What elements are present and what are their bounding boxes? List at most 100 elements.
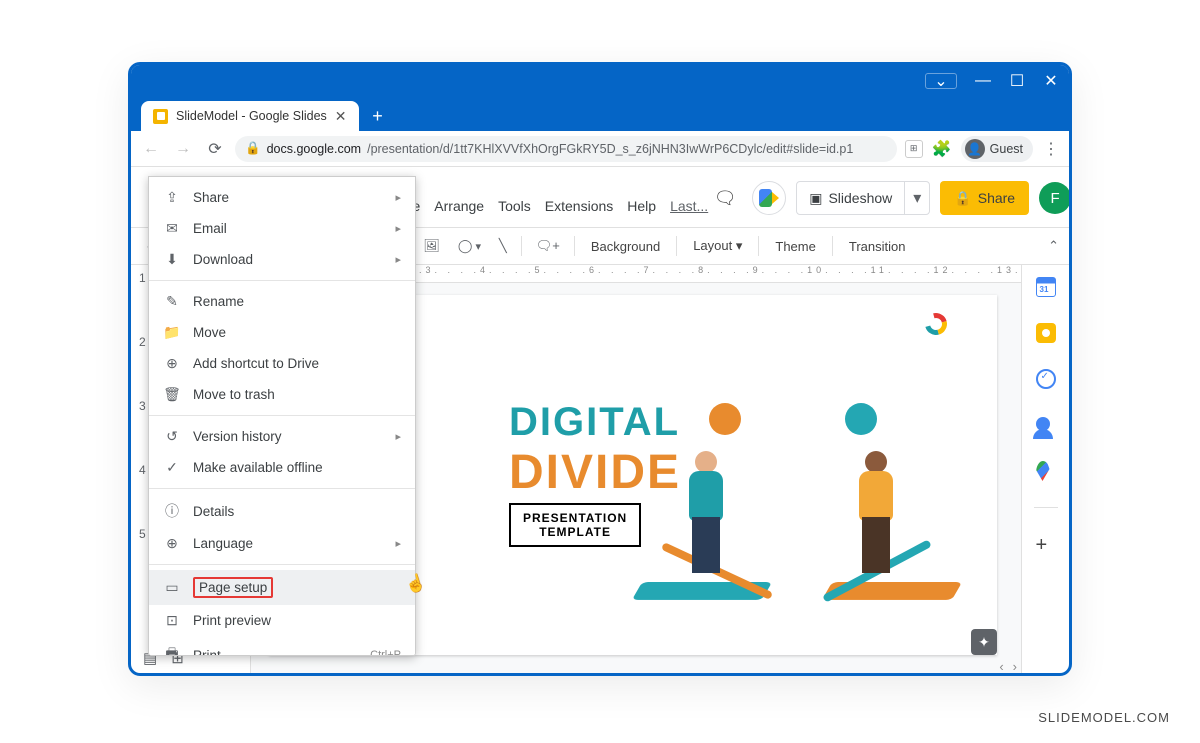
account-avatar[interactable]: F xyxy=(1039,182,1071,214)
lock-icon: 🔒 xyxy=(245,141,261,156)
slideshow-dropdown-icon[interactable]: ▾ xyxy=(905,188,929,208)
play-icon: ▣ xyxy=(809,190,822,207)
reload-icon[interactable]: ⟳ xyxy=(203,139,227,159)
maximize-icon[interactable]: ☐ xyxy=(1009,73,1025,89)
menu-item-shortcut: ▸ xyxy=(395,253,401,266)
menu-item-icon: ⊕ xyxy=(163,355,181,372)
menu-item-label: Language xyxy=(193,536,253,551)
file-menu-make-available-offline[interactable]: ✓Make available offline xyxy=(149,452,415,483)
menu-item-icon: ⬇ xyxy=(163,251,181,268)
window-titlebar: ⌄ — ☐ ✕ xyxy=(131,65,1069,97)
url-host: docs.google.com xyxy=(267,142,362,156)
extension-icon[interactable]: 🧩 xyxy=(931,138,953,160)
menu-item-shortcut: ▸ xyxy=(395,537,401,550)
browser-tab[interactable]: SlideModel - Google Slides ✕ xyxy=(141,101,359,131)
scroll-left-icon[interactable]: ‹ xyxy=(999,659,1003,674)
collapse-toolbar-icon[interactable]: ⌃ xyxy=(1048,238,1059,254)
menu-last[interactable]: Last... xyxy=(670,198,708,218)
menu-item-label: Move to trash xyxy=(193,387,275,402)
comments-icon[interactable]: 🗨 xyxy=(708,181,742,215)
menu-item-label: Share xyxy=(193,190,229,205)
menu-item-icon: ⇪ xyxy=(163,189,181,206)
file-menu-print-preview[interactable]: ⊡ Print preview xyxy=(149,605,415,636)
slide-illustration[interactable] xyxy=(637,355,957,625)
menu-item-label: Version history xyxy=(193,429,282,444)
menu-item-label: Download xyxy=(193,252,253,267)
add-on-plus-icon[interactable]: + xyxy=(1036,534,1056,554)
browser-tabs: SlideModel - Google Slides ✕ + xyxy=(131,97,1069,131)
menu-item-label: Add shortcut to Drive xyxy=(193,356,319,371)
file-menu-download[interactable]: ⬇ Download ▸ xyxy=(149,244,415,275)
menu-separator xyxy=(149,415,415,416)
close-icon[interactable]: ✕ xyxy=(1043,73,1059,89)
win-dropdown-icon[interactable]: ⌄ xyxy=(925,73,957,89)
share-button[interactable]: 🔒Share xyxy=(940,181,1029,215)
menu-arrange[interactable]: Arrange xyxy=(434,198,484,218)
file-menu-language[interactable]: ⊕Language▸ xyxy=(149,528,415,559)
file-menu-details[interactable]: ⓘ Details xyxy=(149,494,415,528)
tab-close-icon[interactable]: ✕ xyxy=(335,108,347,125)
url-field[interactable]: 🔒 docs.google.com/presentation/d/1tt7KHl… xyxy=(235,136,897,162)
slidemodel-logo-icon xyxy=(925,313,947,335)
meet-icon[interactable] xyxy=(752,181,786,215)
translate-icon[interactable]: ⊞ xyxy=(905,140,923,158)
scroll-right-icon[interactable]: › xyxy=(1013,659,1017,674)
file-menu-dropdown: ⇪ Share ▸ ✉ Email ▸ ⬇ Download ▸ ✎Rename 📁 Move ⊕ Add… xyxy=(148,176,416,656)
maps-icon[interactable] xyxy=(1036,461,1056,481)
tab-title: SlideModel - Google Slides xyxy=(176,109,327,123)
watermark-text: SLIDEMODEL.COM xyxy=(1038,710,1170,725)
file-menu-print[interactable]: 🖶PrintCtrl+P xyxy=(149,636,415,656)
new-tab-button[interactable]: + xyxy=(365,103,391,129)
menu-item-label: Page setup xyxy=(193,577,273,598)
slide-subtitle-box[interactable]: PRESENTATION TEMPLATE xyxy=(509,503,641,547)
file-menu-page-setup[interactable]: ▭Page setup xyxy=(149,570,415,605)
background-button[interactable]: Background xyxy=(583,235,668,258)
menu-separator xyxy=(149,564,415,565)
file-menu-email[interactable]: ✉Email▸ xyxy=(149,213,415,244)
browser-menu-icon[interactable]: ⋮ xyxy=(1041,139,1061,159)
menu-item-label: Details xyxy=(193,504,234,519)
file-menu-move-to-trash[interactable]: 🗑Move to trash xyxy=(149,379,415,410)
lock-icon: 🔒 xyxy=(954,190,971,207)
calendar-icon[interactable] xyxy=(1036,277,1056,297)
minimize-icon[interactable]: — xyxy=(975,73,991,89)
menu-item-icon: ↺ xyxy=(163,428,181,445)
menu-help[interactable]: Help xyxy=(627,198,656,218)
image-icon[interactable]: 🖼 xyxy=(417,234,446,258)
menu-item-shortcut: ▸ xyxy=(395,191,401,204)
menu-item-icon: ⓘ xyxy=(163,501,181,521)
menu-item-icon: 📁 xyxy=(163,324,181,341)
contacts-icon[interactable] xyxy=(1036,415,1056,435)
menu-tools[interactable]: Tools xyxy=(498,198,531,218)
line-icon[interactable]: ╲ xyxy=(493,234,513,258)
menu-item-label: Move xyxy=(193,325,226,340)
profile-guest-button[interactable]: 👤 Guest xyxy=(961,136,1033,162)
slideshow-button[interactable]: ▣Slideshow ▾ xyxy=(796,181,930,215)
menu-item-label: Rename xyxy=(193,294,244,309)
menu-item-icon: ⊡ xyxy=(163,612,181,629)
menu-item-icon: ✉ xyxy=(163,220,181,237)
menu-item-label: Make available offline xyxy=(193,460,323,475)
back-icon[interactable]: ← xyxy=(139,140,163,158)
guest-label: Guest xyxy=(990,142,1023,156)
file-menu-share[interactable]: ⇪ Share ▸ xyxy=(149,182,415,213)
forward-icon[interactable]: → xyxy=(171,140,195,158)
file-menu-move[interactable]: 📁 Move xyxy=(149,317,415,348)
shape-icon[interactable]: ◯▾ xyxy=(452,234,487,258)
menu-extensions[interactable]: Extensions xyxy=(545,198,613,218)
theme-button[interactable]: Theme xyxy=(767,235,823,258)
menu-item-shortcut: ▸ xyxy=(395,430,401,443)
layout-button[interactable]: Layout ▾ xyxy=(685,234,750,258)
tasks-icon[interactable] xyxy=(1036,369,1056,389)
menu-item-label: Print preview xyxy=(193,613,271,628)
file-menu-add-shortcut-to-drive[interactable]: ⊕ Add shortcut to Drive xyxy=(149,348,415,379)
file-menu-version-history[interactable]: ↺ Version history ▸ xyxy=(149,421,415,452)
transition-button[interactable]: Transition xyxy=(841,235,914,258)
comment-add-icon[interactable]: 🗨+ xyxy=(530,234,566,258)
url-path: /presentation/d/1tt7KHlXVVfXhOrgFGkRY5D_… xyxy=(367,142,853,156)
keep-icon[interactable] xyxy=(1036,323,1056,343)
menu-item-label: Email xyxy=(193,221,227,236)
horizontal-scrollbar[interactable]: ‹ › xyxy=(251,659,1021,673)
file-menu-rename[interactable]: ✎Rename xyxy=(149,286,415,317)
explore-button[interactable]: ✦ xyxy=(971,629,997,655)
